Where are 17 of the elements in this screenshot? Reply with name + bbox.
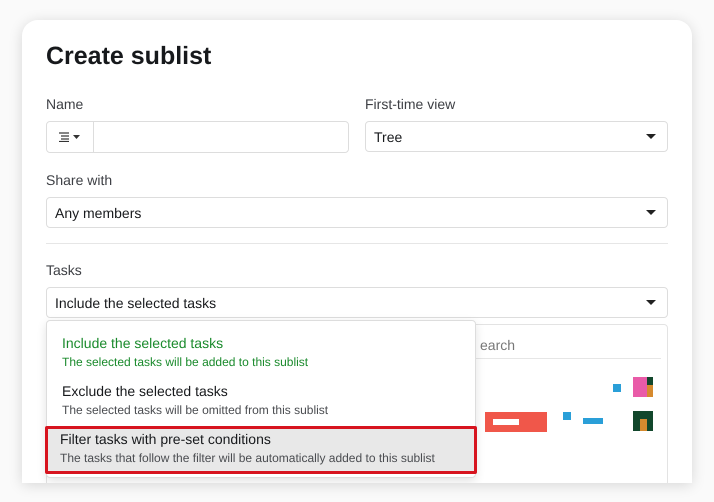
field-label: First-time view — [365, 96, 456, 112]
caret-icon — [646, 210, 656, 216]
caret-icon — [646, 134, 656, 140]
menu-option[interactable]: Filter tasks with pre-set conditions The tasks that follow the filter will be automatically added to this sublist — [45, 426, 477, 474]
menu-option[interactable]: Exclude the selected tasks The selected tasks will be omitted from this sublist — [47, 378, 475, 426]
dialog-title: Create sublist — [46, 42, 212, 70]
field-label: Share with — [46, 172, 114, 188]
menu-option[interactable]: Include the selected tasks The selected tasks will be added to this sublist — [47, 330, 475, 378]
field-label: Name — [46, 96, 84, 112]
align-icon — [59, 132, 81, 142]
search-placeholder[interactable]: earch — [480, 332, 516, 358]
view-select[interactable]: Tree — [365, 121, 668, 152]
share-select[interactable]: Any members — [46, 197, 668, 228]
field-label: Tasks — [46, 262, 83, 278]
caret-icon — [646, 300, 656, 306]
tasks-select[interactable]: Include the selected tasks — [46, 287, 668, 318]
name-field[interactable] — [46, 121, 349, 153]
